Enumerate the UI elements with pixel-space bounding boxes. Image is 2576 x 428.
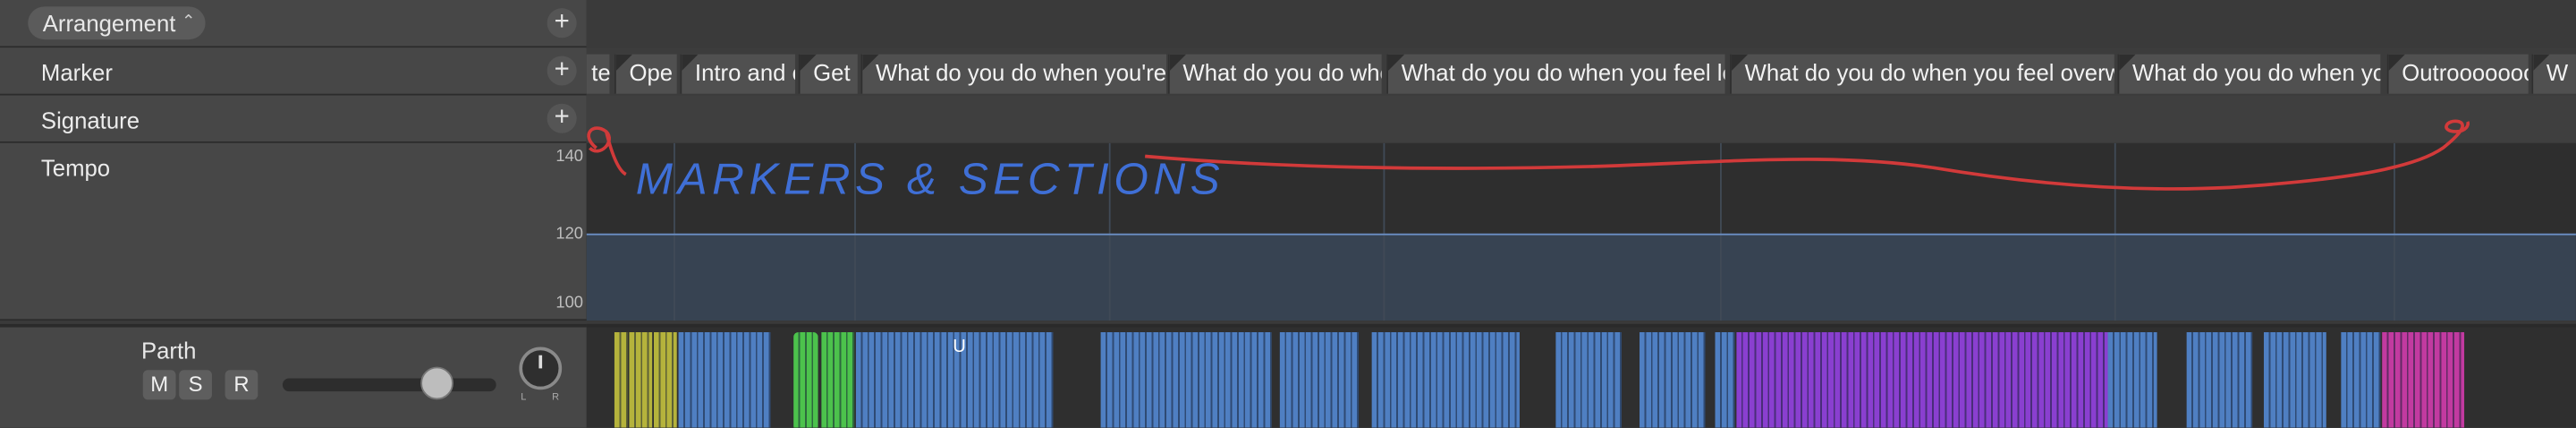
tempo-tick-label: 140 — [555, 148, 584, 167]
add-signature-button[interactable]: + — [547, 103, 577, 133]
audio-region[interactable] — [1100, 332, 1272, 428]
tempo-track-label: Tempo — [40, 154, 111, 182]
marker-track-header: Marker + — [0, 47, 587, 96]
tempo-line[interactable] — [586, 233, 2576, 235]
audio-region[interactable] — [2341, 332, 2381, 428]
add-arrangement-button[interactable]: + — [547, 8, 577, 39]
arrangement-label: Arrangement — [42, 10, 176, 37]
marker-item[interactable]: What do you do when you feel overwhelmed… — [1730, 54, 2114, 94]
arrangement-track-header: Arrangement ⌃ + — [0, 0, 587, 48]
tempo-track-header: Tempo 140 120 100 — [0, 142, 587, 321]
marker-track-label: Marker — [40, 59, 113, 86]
audio-region[interactable] — [2186, 332, 2253, 428]
volume-slider-handle[interactable] — [420, 366, 453, 400]
pan-right-label: R — [552, 392, 560, 403]
annotation-text: MARKERS & SECTIONS — [636, 154, 1224, 204]
audio-region[interactable] — [654, 332, 677, 428]
marker-item[interactable]: Get into — [798, 54, 858, 94]
marker-item[interactable]: What do you do when you feel lonely? — [1386, 54, 1725, 94]
annotation-arrow-icon — [587, 126, 627, 176]
audio-region[interactable] — [1640, 332, 1706, 428]
chevron-updown-icon: ⌃ — [182, 13, 196, 31]
signature-track-label: Signature — [40, 107, 140, 133]
marker-item[interactable]: W — [2531, 54, 2576, 94]
arrangement-lane[interactable] — [586, 0, 2576, 48]
pan-knob[interactable] — [519, 347, 563, 390]
handwritten-annotation: MARKERS & SECTIONS — [587, 119, 2470, 204]
add-marker-button[interactable]: + — [547, 56, 577, 86]
record-button[interactable]: R — [225, 370, 258, 400]
audio-region[interactable] — [1715, 332, 1735, 428]
signature-track-header: Signature + — [0, 95, 587, 143]
region-label: U — [953, 337, 966, 357]
mute-button[interactable]: M — [142, 370, 176, 400]
audio-region[interactable] — [1371, 332, 1520, 428]
track-header[interactable]: Parth M S R L R — [0, 323, 587, 428]
arrangement-window: Arrangement ⌃ + Marker + ter Ope Intro a… — [0, 0, 2576, 428]
marker-item[interactable]: What do you do when you don't feel inspi… — [2117, 54, 2381, 94]
audio-region[interactable] — [1736, 332, 2108, 428]
audio-region[interactable] — [678, 332, 771, 428]
tempo-tick-label: 100 — [555, 294, 584, 312]
audio-region[interactable] — [614, 332, 628, 428]
marker-lane[interactable]: ter Ope Intro and catching Get into What… — [586, 47, 2576, 96]
audio-region[interactable] — [2107, 332, 2157, 428]
volume-slider[interactable] — [282, 378, 496, 392]
audio-region[interactable] — [821, 332, 855, 428]
tempo-tick-label: 120 — [555, 225, 584, 244]
annotation-line — [1145, 119, 2470, 191]
audio-region[interactable] — [1279, 332, 1359, 428]
marker-item[interactable]: Ope — [614, 54, 677, 94]
solo-button[interactable]: S — [179, 370, 212, 400]
pan-left-label: L — [521, 392, 527, 403]
arrangement-selector[interactable]: Arrangement ⌃ — [28, 6, 206, 40]
track-regions-lane[interactable]: U — [586, 323, 2576, 428]
marker-item[interactable]: Intro and catching — [680, 54, 795, 94]
audio-region[interactable] — [629, 332, 653, 428]
tempo-area — [586, 233, 2576, 321]
audio-region[interactable] — [793, 332, 818, 428]
marker-item[interactable]: ter — [586, 54, 610, 94]
audio-region[interactable] — [1555, 332, 1622, 428]
marker-item[interactable]: What do you do when you're procrastinati… — [860, 54, 1167, 94]
audio-region[interactable] — [2263, 332, 2326, 428]
marker-item[interactable]: Outroooooooo — [2386, 54, 2529, 94]
track-name[interactable]: Parth — [141, 338, 196, 364]
audio-region[interactable] — [2382, 332, 2465, 428]
marker-item[interactable]: What do you do when you want to — [1167, 54, 1382, 94]
